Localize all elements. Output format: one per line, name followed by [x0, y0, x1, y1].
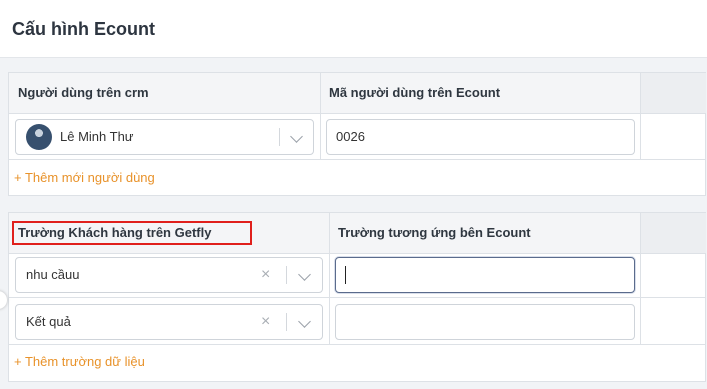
add-user-link[interactable]: + Thêm mới người dùng: [14, 170, 155, 185]
highlight-box: [12, 221, 252, 245]
clear-icon[interactable]: ×: [261, 305, 270, 339]
avatar: [26, 124, 52, 150]
selected-field: nhu cầuu: [26, 267, 80, 282]
column-header-crm-user: Người dùng trên crm: [18, 85, 149, 100]
user-mapping-table: Người dùng trên crm Mã người dùng trên E…: [8, 72, 706, 196]
ecount-code-input[interactable]: 0026: [326, 119, 635, 155]
action-column-header: [640, 73, 706, 114]
chevron-down-icon[interactable]: [298, 268, 311, 281]
ecount-field-input[interactable]: [335, 304, 635, 340]
getfly-field-select[interactable]: nhu cầuu ×: [15, 257, 323, 293]
selected-user: Lê Minh Thư: [60, 129, 134, 144]
page-title: Cấu hình Ecount: [12, 19, 155, 39]
chevron-down-icon[interactable]: [298, 315, 311, 328]
page-header: Cấu hình Ecount: [0, 0, 707, 58]
ecount-field-input[interactable]: [335, 257, 635, 293]
add-field-link[interactable]: + Thêm trường dữ liệu: [14, 354, 145, 369]
column-header-ecount-code: Mã người dùng trên Ecount: [329, 85, 501, 100]
column-header-ecount-field: Trường tương ứng bên Ecount: [338, 225, 531, 240]
action-column-header: [640, 213, 706, 254]
chevron-down-icon[interactable]: [290, 130, 303, 143]
text-caret: [345, 266, 346, 284]
side-handle[interactable]: [0, 291, 7, 309]
field-mapping-table: Trường Khách hàng trên Getfly Trường tươ…: [8, 212, 706, 382]
clear-icon[interactable]: ×: [261, 258, 270, 292]
table-header: Người dùng trên crm Mã người dùng trên E…: [9, 73, 640, 114]
selected-field: Kết quả: [26, 314, 71, 329]
crm-user-select[interactable]: Lê Minh Thư: [15, 119, 314, 155]
getfly-field-select[interactable]: Kết quả ×: [15, 304, 323, 340]
